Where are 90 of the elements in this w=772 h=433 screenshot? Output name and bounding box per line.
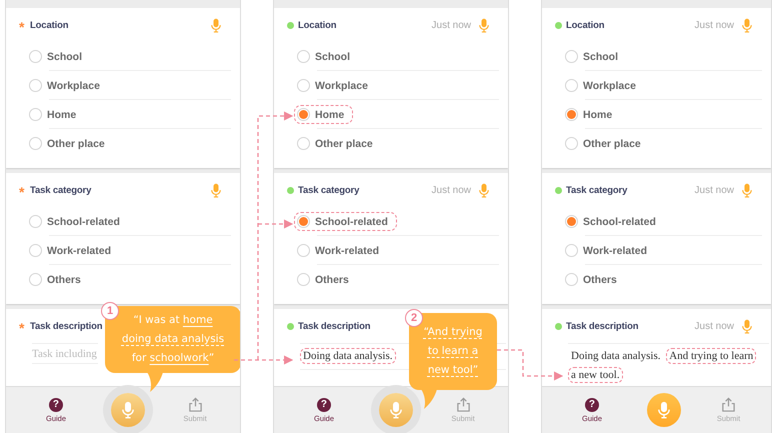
microphone-button[interactable]: [379, 393, 413, 427]
option-label[interactable]: Other place: [47, 138, 105, 150]
microphone-button[interactable]: [647, 393, 681, 427]
question-title: Task description: [566, 320, 638, 332]
microphone-icon: [742, 18, 752, 32]
option-label[interactable]: Home: [315, 108, 344, 120]
input-field[interactable]: Task including: [32, 343, 98, 364]
timestamp: Just now: [694, 320, 734, 332]
timestamp: Just now: [694, 20, 734, 30]
required-mark: *: [19, 185, 26, 195]
radio-button[interactable]: [565, 137, 578, 150]
answer-text: And trying to learn: [666, 348, 756, 364]
radio-button[interactable]: [297, 50, 310, 63]
option-label[interactable]: School: [315, 50, 350, 62]
option-label[interactable]: Other place: [583, 138, 641, 150]
help-icon: ?: [48, 398, 63, 412]
option-label[interactable]: Others: [583, 274, 617, 286]
radio-button[interactable]: [565, 108, 578, 121]
microphone-icon: [742, 182, 752, 198]
microphone-icon: [390, 401, 402, 419]
radio-button[interactable]: [29, 79, 42, 92]
timestamp: Just now: [432, 20, 471, 30]
question-title: Location: [298, 20, 336, 30]
quote-text: “And trying: [424, 325, 482, 340]
radio-button[interactable]: [565, 273, 578, 286]
microphone-icon: [479, 182, 489, 198]
answer-text: a new tool.: [568, 367, 623, 383]
radio-button[interactable]: [297, 79, 310, 92]
required-mark: *: [19, 321, 26, 331]
radio-button[interactable]: [565, 79, 578, 92]
option-label[interactable]: Workplace: [583, 80, 636, 92]
question-title: Task category: [566, 184, 628, 196]
help-icon: ?: [584, 398, 599, 412]
radio-button[interactable]: [565, 215, 578, 228]
answer-text: Doing data analysis.: [570, 349, 662, 364]
connector-arrow: [497, 349, 564, 381]
timestamp: Just now: [694, 184, 734, 196]
radio-button[interactable]: [297, 137, 310, 150]
microphone-icon: [211, 182, 221, 198]
option-label[interactable]: School-related: [583, 216, 656, 228]
radio-button[interactable]: [565, 50, 578, 63]
radio-button[interactable]: [297, 273, 310, 286]
option-label[interactable]: Other place: [315, 138, 373, 150]
option-label[interactable]: Work-related: [315, 244, 379, 256]
option-label[interactable]: Others: [47, 274, 81, 286]
option-label[interactable]: Others: [315, 274, 349, 286]
question-title: Task category: [30, 184, 92, 196]
option-label[interactable]: School: [583, 50, 618, 62]
answer-text: Doing data analysis.: [300, 348, 396, 364]
option-label[interactable]: Home: [47, 108, 76, 120]
radio-button[interactable]: [29, 50, 42, 63]
microphone-icon: [122, 401, 134, 419]
option-label[interactable]: School-related: [47, 216, 120, 228]
option-label[interactable]: School-related: [315, 216, 388, 228]
option-label[interactable]: Workplace: [315, 80, 368, 92]
share-icon: [456, 397, 470, 412]
question-title: Task category: [298, 184, 360, 196]
radio-button[interactable]: [297, 215, 310, 228]
microphone-button[interactable]: [111, 393, 145, 427]
option-label[interactable]: Work-related: [583, 244, 647, 256]
radio-button[interactable]: [29, 244, 42, 257]
radio-button[interactable]: [29, 137, 42, 150]
question-title: Location: [566, 20, 604, 30]
option-label[interactable]: Work-related: [47, 244, 111, 256]
option-label[interactable]: School: [47, 50, 82, 62]
radio-button[interactable]: [29, 108, 42, 121]
microphone-icon: [742, 318, 752, 334]
option-label[interactable]: Home: [583, 108, 612, 120]
quote-text: to learn a: [428, 344, 478, 359]
question-title: Location: [30, 20, 68, 30]
radio-button[interactable]: [565, 244, 578, 257]
radio-button[interactable]: [297, 108, 310, 121]
timestamp: Just now: [432, 184, 471, 196]
quote-text: “I was at home: [133, 313, 213, 328]
quote-text: new tool”: [428, 363, 478, 378]
question-title: Task description: [30, 320, 102, 332]
quote-text: doing data analysis: [122, 332, 224, 347]
radio-button[interactable]: [29, 215, 42, 228]
share-icon: [721, 397, 736, 412]
radio-button[interactable]: [29, 273, 42, 286]
share-icon: [188, 397, 202, 412]
required-mark: *: [19, 20, 26, 30]
question-title: Task description: [298, 320, 370, 332]
microphone-icon: [479, 18, 489, 32]
help-icon: ?: [316, 398, 331, 412]
radio-button[interactable]: [297, 244, 310, 257]
microphone-icon: [211, 18, 221, 32]
microphone-icon: [658, 401, 670, 419]
quote-text: for schoolwork”: [132, 351, 214, 366]
option-label[interactable]: Workplace: [47, 80, 100, 92]
